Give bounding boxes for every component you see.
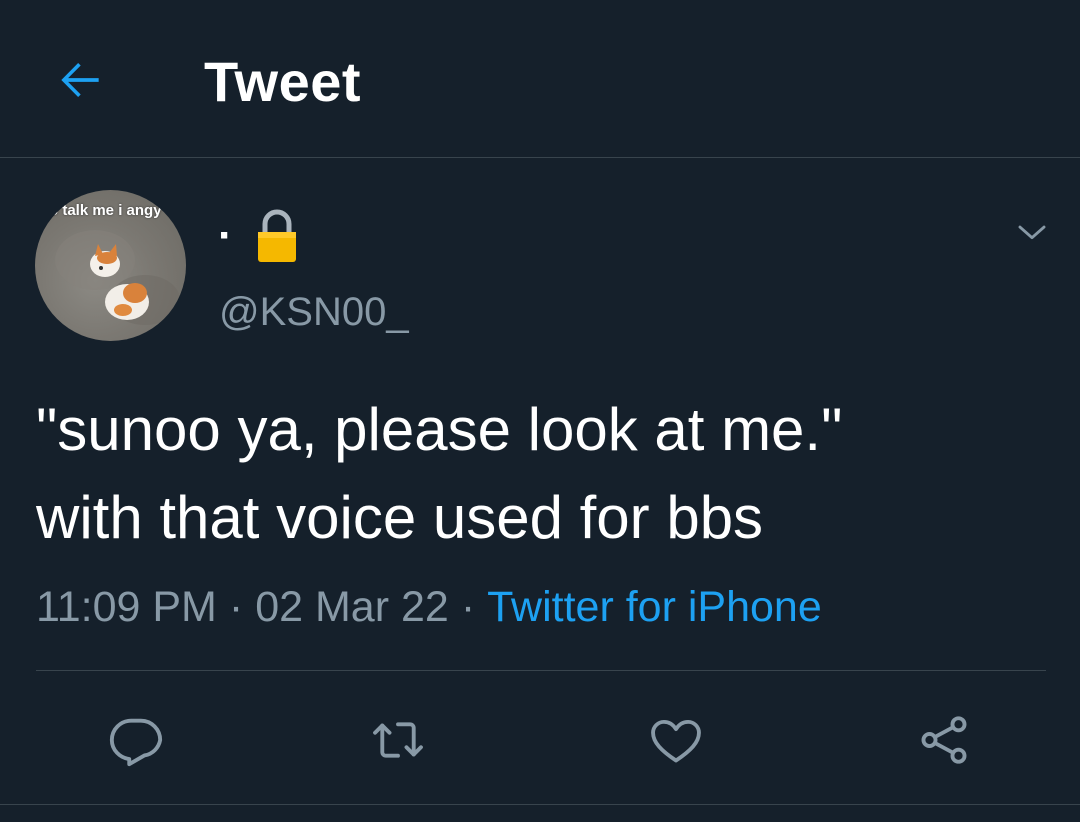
arrow-left-icon xyxy=(61,62,99,98)
author-handle[interactable]: @KSN00_ xyxy=(219,286,409,338)
back-button[interactable] xyxy=(44,44,116,116)
heart-icon xyxy=(651,719,701,763)
tweet-actions-bar xyxy=(0,700,1080,780)
chevron-down-icon xyxy=(1018,225,1046,240)
divider xyxy=(0,804,1080,805)
avatar[interactable]: o talk me i angy xyxy=(35,190,186,341)
tweet-detail-screen: Tweet o talk me i angy · @KSN00_ "sunoo … xyxy=(0,0,1080,822)
tweet-text-line: with that voice used for bbs xyxy=(36,484,764,551)
tweet-text: "sunoo ya, please look at me." with that… xyxy=(36,386,1046,562)
meta-separator: · xyxy=(228,583,244,631)
tweet-meta: 11:09 PM · 02 Mar 22 · Twitter for iPhone xyxy=(36,578,822,636)
reply-icon xyxy=(109,718,163,767)
tweet-date: 02 Mar 22 xyxy=(255,583,449,631)
retweet-icon xyxy=(373,722,423,758)
like-button[interactable] xyxy=(640,704,712,776)
reply-button[interactable] xyxy=(100,704,172,776)
page-title: Tweet xyxy=(204,50,362,113)
tweet-source-link[interactable]: Twitter for iPhone xyxy=(487,583,822,631)
author-name-row[interactable]: · xyxy=(218,205,299,267)
meta-separator: · xyxy=(460,583,476,631)
tweet-text-line: "sunoo ya, please look at me." xyxy=(36,396,843,463)
share-icon xyxy=(921,716,967,764)
display-name: · xyxy=(218,211,233,260)
avatar-caption: o talk me i angy xyxy=(49,202,162,219)
retweet-button[interactable] xyxy=(362,704,434,776)
tweet-options-button[interactable] xyxy=(1008,208,1056,256)
share-button[interactable] xyxy=(908,704,980,776)
tweet-time: 11:09 PM xyxy=(36,583,217,631)
lock-icon xyxy=(257,209,296,262)
divider xyxy=(36,670,1046,671)
top-app-bar: Tweet xyxy=(0,0,1080,158)
